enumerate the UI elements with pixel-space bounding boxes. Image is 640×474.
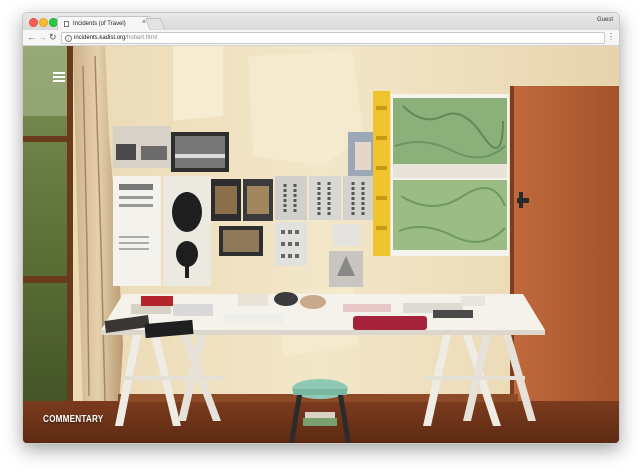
browser-toolbar: ← → ↻ i incidents.kadist.org/hobart.html… [23,30,619,46]
commentary-link[interactable]: COMMENTARY [43,414,103,425]
url-host: incidents.kadist.org [74,35,126,41]
page-viewport: COMMENTARY [23,46,619,443]
page-favicon-icon [64,21,69,27]
url-text: incidents.kadist.org/hobart.html [74,33,157,43]
new-tab-button[interactable] [144,18,166,29]
tab-bar: Incidents (of Travel) × Guest [23,13,619,31]
kebab-menu-icon[interactable]: ⋮ [607,32,615,41]
tab-title: Incidents (of Travel) [73,20,126,27]
hamburger-menu-icon[interactable] [53,72,65,82]
minimize-window-button[interactable] [39,18,48,27]
close-window-button[interactable] [29,18,38,27]
reload-icon[interactable]: ↻ [49,32,57,42]
back-arrow-icon[interactable]: ← [27,32,36,42]
browser-tab[interactable]: Incidents (of Travel) × [57,16,151,31]
address-bar[interactable]: i incidents.kadist.org/hobart.html [61,32,605,44]
profile-label[interactable]: Guest [597,17,613,23]
room-photograph [23,46,619,443]
info-icon[interactable]: i [65,34,72,42]
url-path: /hobart.html [125,35,158,41]
browser-window: Incidents (of Travel) × Guest ← → ↻ i in… [22,12,620,444]
forward-arrow-icon[interactable]: → [38,32,47,42]
